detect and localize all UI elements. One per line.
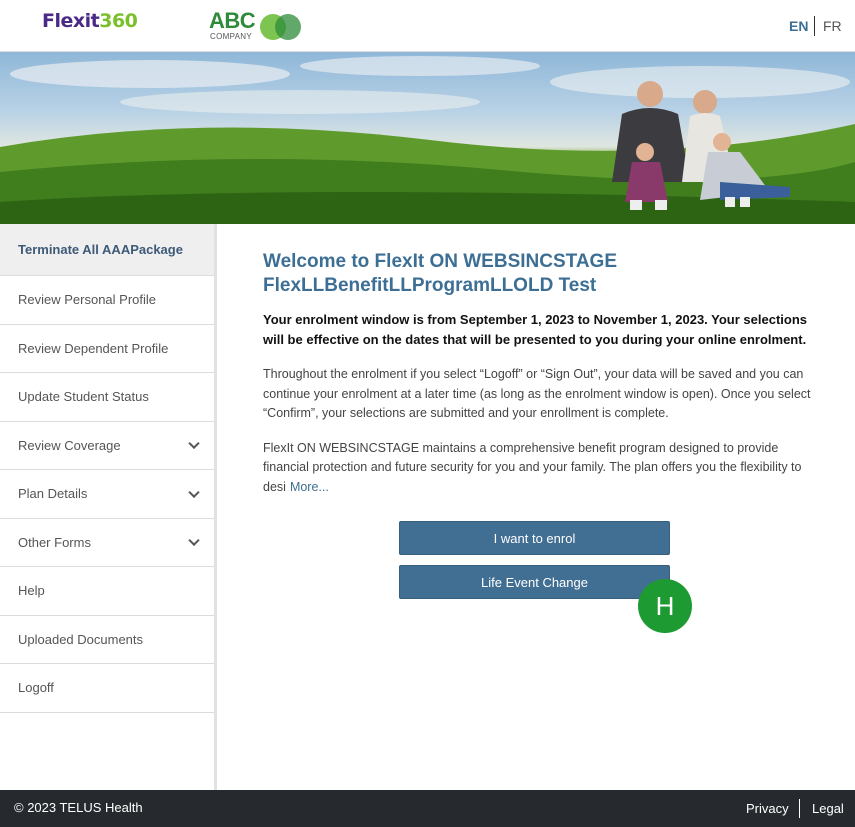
language-divider [814, 16, 815, 36]
enrol-button[interactable]: I want to enrol [399, 521, 670, 555]
page-title: Welcome to FlexIt ON WEBSINCSTAGE FlexLL… [263, 250, 823, 298]
sidebar-item-label: Other Forms [18, 534, 91, 550]
sidebar-item-review-personal-profile[interactable]: Review Personal Profile [0, 276, 214, 325]
sidebar-item-logoff[interactable]: Logoff [0, 664, 214, 713]
sidebar-item-label: Plan Details [18, 486, 88, 502]
copyright-text: © 2023 TELUS Health [14, 800, 143, 815]
sidebar-item-other-forms[interactable]: Other Forms [0, 519, 214, 567]
footer-divider [799, 799, 800, 818]
company-logo-subtext: COMPANY [210, 32, 252, 41]
life-event-change-button[interactable]: Life Event Change [399, 565, 670, 599]
main-content: Welcome to FlexIt ON WEBSINCSTAGE FlexLL… [263, 250, 823, 497]
sidebar-item-review-dependent-profile[interactable]: Review Dependent Profile [0, 325, 214, 373]
sidebar-item-terminate-all[interactable]: Terminate All AAAPackage [0, 224, 214, 276]
sidebar-item-label: Update Student Status [18, 389, 149, 405]
logo-text-360: 360 [99, 10, 138, 32]
benefit-program-paragraph: FlexIt ON WEBSINCSTAGE maintains a compr… [263, 439, 823, 498]
sidebar-nav: Terminate All AAAPackage Review Personal… [0, 224, 217, 790]
company-logo: ABC COMPANY [209, 10, 309, 42]
privacy-link[interactable]: Privacy [746, 801, 789, 816]
more-link[interactable]: More... [290, 480, 329, 494]
sidebar-item-uploaded-documents[interactable]: Uploaded Documents [0, 616, 214, 664]
sidebar-item-label: Review Dependent Profile [18, 340, 169, 356]
company-logo-text: ABC [209, 8, 256, 33]
benefit-program-text: FlexIt ON WEBSINCSTAGE maintains a compr… [263, 440, 802, 494]
sidebar-item-label: Review Coverage [18, 437, 121, 453]
flexit360-logo[interactable]: Flexit360 [42, 10, 138, 32]
language-en-link[interactable]: EN [789, 18, 808, 34]
chevron-down-icon[interactable] [188, 437, 200, 450]
logoff-info-paragraph: Throughout the enrolment if you select “… [263, 367, 811, 420]
legal-link[interactable]: Legal [812, 801, 844, 816]
help-badge[interactable]: H [638, 579, 692, 633]
chevron-down-icon[interactable] [188, 486, 200, 498]
sidebar-item-label: Terminate All AAAPackage [18, 242, 183, 257]
family-on-grass-illustration [0, 56, 855, 224]
sidebar-item-label: Review Personal Profile [18, 292, 157, 308]
welcome-title-line1: Welcome to FlexIt ON WEBSINCSTAGE [263, 251, 618, 272]
footer: © 2023 TELUS Health Privacy Legal [0, 790, 855, 827]
sidebar-item-plan-details[interactable]: Plan Details [0, 470, 214, 519]
top-header: Flexit360 ABC COMPANY EN FR [0, 0, 855, 52]
chevron-down-icon[interactable] [188, 534, 200, 547]
logo-text-flexit: Flexit [42, 10, 100, 32]
hero-banner-image [0, 52, 855, 224]
sidebar-item-label: Uploaded Documents [18, 631, 144, 647]
sidebar-item-review-coverage[interactable]: Review Coverage [0, 422, 214, 470]
sidebar-item-update-student-status[interactable]: Update Student Status [0, 373, 214, 422]
sidebar-item-help[interactable]: Help [0, 567, 214, 616]
language-fr-link[interactable]: FR [823, 18, 842, 34]
company-logo-circle-right [275, 14, 301, 40]
welcome-title-line2: FlexLLBenefitLLProgramLLOLD Test [263, 275, 597, 296]
sidebar-item-label: Logoff [18, 680, 54, 696]
sidebar-item-label: Help [18, 583, 45, 599]
enrolment-window-text: Your enrolment window is from September … [263, 312, 808, 347]
